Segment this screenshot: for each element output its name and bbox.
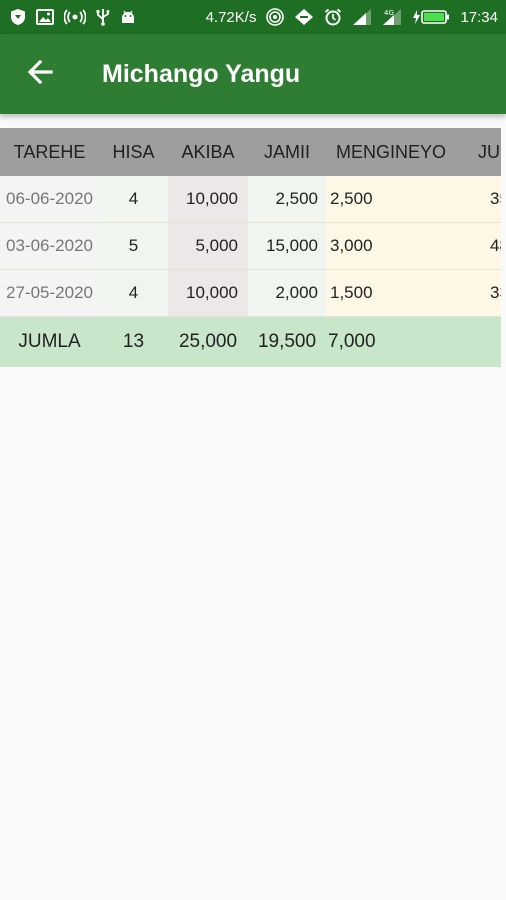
android-icon [120,9,136,25]
cell-akiba: 10,000 [168,270,248,316]
cell-ju: 48 [476,223,501,269]
header-tarehe: TAREHE [13,141,86,162]
arrow-back-icon [27,59,53,89]
back-button[interactable] [0,34,80,114]
table-scroll[interactable]: TAREHE HISA AKIBA JAMII MENGINEYO JU 06-… [0,128,501,367]
page-title: Michango Yangu [102,59,301,88]
clock: 17:34 [460,8,498,26]
cell-akiba: 10,000 [168,176,248,222]
shield-icon [10,8,26,26]
total-mengineyo: 7,000 [328,331,376,352]
header-mengineyo: MENGINEYO [336,141,447,162]
broadcast-icon [64,9,86,25]
total-jamii: 19,500 [257,331,317,352]
dnd-icon [294,8,314,26]
header-jamii: JAMII [263,141,310,162]
usb-icon [96,8,110,26]
network-speed: 4.72K/s [205,8,257,26]
signal-icon [352,8,372,26]
cell-mengineyo: 2,500 [326,176,476,222]
total-ju: 11( [476,317,501,367]
cell-mengineyo: 1,500 [326,270,476,316]
image-icon [36,9,54,25]
table-total-row: JUMLA 13 25,000 19,500 7,000 11( [0,317,501,367]
cell-tarehe: 27-05-2020 [0,270,99,316]
header-akiba: AKIBA [181,141,235,162]
cell-hisa: 4 [99,270,168,316]
cell-akiba: 5,000 [168,223,248,269]
cell-tarehe: 06-06-2020 [0,176,99,222]
total-label: JUMLA [18,331,81,352]
cell-ju: 33 [476,270,501,316]
status-bar: 4.72K/s 4G 17:34 [0,0,506,34]
total-hisa: 13 [122,331,145,352]
cell-jamii: 2,500 [248,176,326,222]
cell-hisa: 4 [99,176,168,222]
cell-mengineyo: 3,000 [326,223,476,269]
header-hisa: HISA [112,141,155,162]
header-ju: JU [478,141,500,162]
status-bar-right: 4.72K/s 4G 17:34 [206,8,498,26]
svg-text:4G: 4G [384,9,394,17]
app-bar: Michango Yangu [0,34,506,114]
cell-jamii: 2,000 [248,270,326,316]
cell-tarehe: 03-06-2020 [0,223,99,269]
cell-ju: 35 [476,176,501,222]
hotspot-icon [266,8,285,26]
signal-4g-icon: 4G [382,8,402,26]
cell-hisa: 5 [99,223,168,269]
table-header: TAREHE HISA AKIBA JAMII MENGINEYO JU [0,128,501,176]
total-akiba: 25,000 [178,331,238,352]
table-row[interactable]: 27-05-2020 4 10,000 2,000 1,500 33 [0,270,501,317]
table-row[interactable]: 03-06-2020 5 5,000 15,000 3,000 48 [0,223,501,270]
alarm-icon [324,8,342,26]
table-row[interactable]: 06-06-2020 4 10,000 2,500 2,500 35 [0,176,501,223]
status-bar-left [10,8,136,26]
cell-jamii: 15,000 [248,223,326,269]
battery-charging-icon [412,9,450,25]
contributions-table[interactable]: TAREHE HISA AKIBA JAMII MENGINEYO JU 06-… [0,128,501,370]
